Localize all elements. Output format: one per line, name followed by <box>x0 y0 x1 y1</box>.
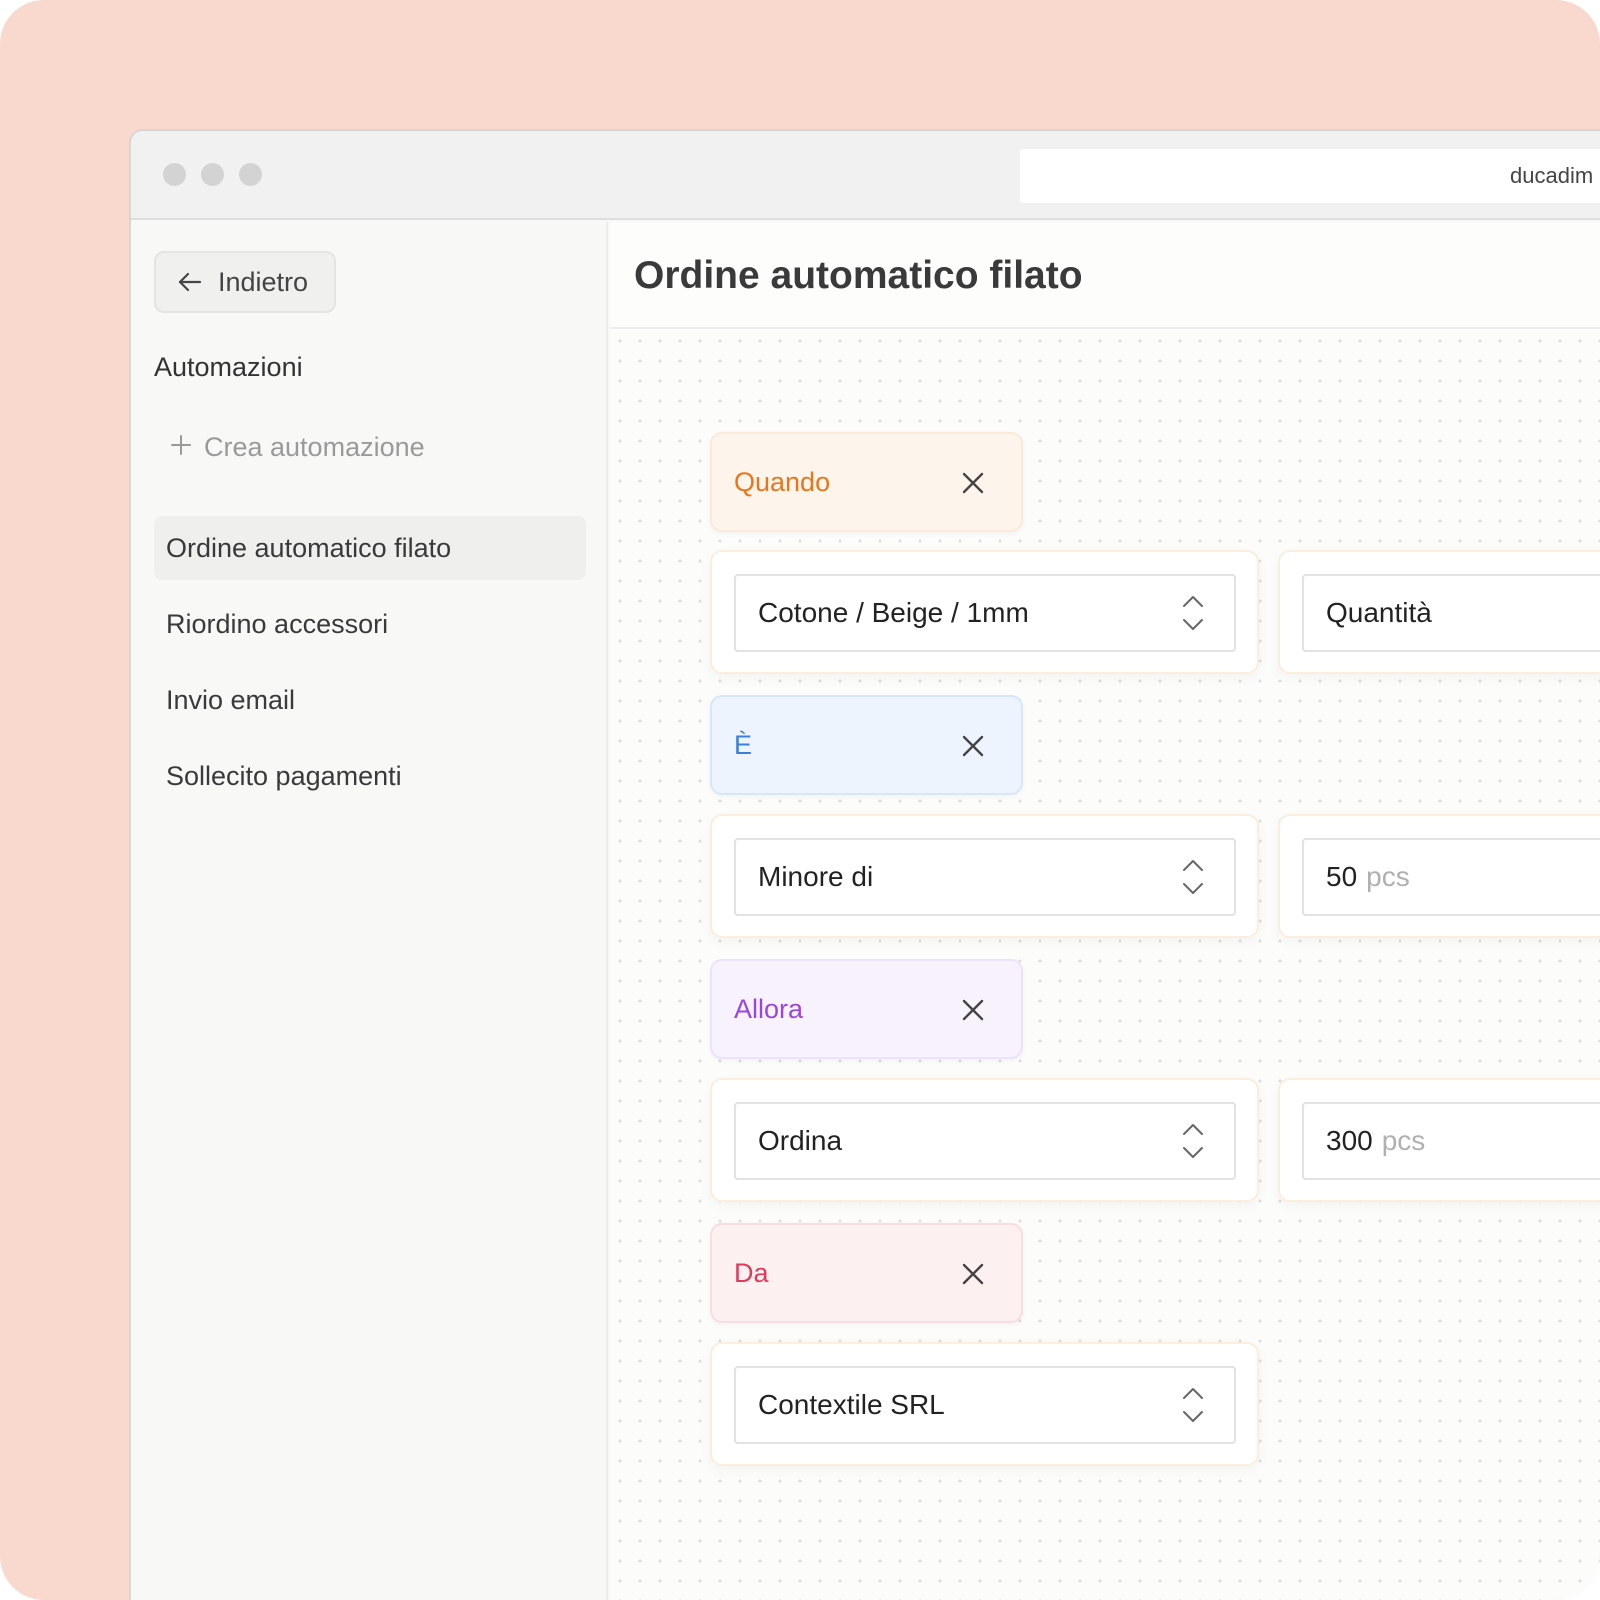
material-select-value: Cotone / Beige / 1mm <box>758 597 1029 628</box>
then-label: Allora <box>734 993 804 1024</box>
arrow-left-icon <box>176 268 204 296</box>
browser-window: ducadim Indietro Automazioni Crea automa… <box>129 129 1600 1600</box>
sidebar-item-label: Ordine automatico filato <box>166 532 452 563</box>
sidebar: Indietro Automazioni Crea automazione Or… <box>131 222 608 1600</box>
when-block[interactable]: Quando <box>710 432 1023 532</box>
supplier-select[interactable]: Contextile SRL <box>734 1366 1236 1444</box>
chevron-up-down-icon <box>1182 858 1204 903</box>
sidebar-item-label: Invio email <box>166 684 296 715</box>
field-input-value: Quantità <box>1326 597 1432 628</box>
back-button-label: Indietro <box>218 266 309 297</box>
is-quantity-card: 50 pcs <box>1278 814 1600 938</box>
when-condition-card: Cotone / Beige / 1mm <box>710 550 1259 674</box>
action-select[interactable]: Ordina <box>734 1102 1236 1180</box>
main-header: Ordine automatico filato <box>610 222 1600 329</box>
then-action-card: Ordina <box>710 1078 1259 1202</box>
chevron-up-down-icon <box>1182 1386 1204 1431</box>
address-bar[interactable]: ducadim <box>1020 149 1600 203</box>
from-label: Da <box>734 1257 769 1288</box>
sidebar-section-title: Automazioni <box>154 352 303 382</box>
sidebar-item-riordino-accessori[interactable]: Riordino accessori <box>154 592 586 656</box>
is-label: È <box>734 729 753 760</box>
window-maximize-dot[interactable] <box>239 163 262 186</box>
create-automation-link[interactable]: Crea automazione <box>170 432 425 463</box>
when-label: Quando <box>734 466 831 497</box>
sidebar-item-ordine-automatico-filato[interactable]: Ordine automatico filato <box>154 516 586 580</box>
order-quantity-value: 300 <box>1326 1125 1373 1156</box>
close-icon[interactable] <box>961 471 985 502</box>
is-block[interactable]: È <box>710 695 1023 795</box>
action-select-value: Ordina <box>758 1125 843 1156</box>
is-condition-card: Minore di <box>710 814 1259 938</box>
threshold-quantity-input[interactable]: 50 pcs <box>1302 838 1600 916</box>
browser-titlebar: ducadim <box>131 131 1600 220</box>
background-frame: ducadim Indietro Automazioni Crea automa… <box>0 0 1600 1600</box>
address-bar-url: ducadim <box>1510 163 1594 188</box>
close-icon[interactable] <box>961 998 985 1029</box>
threshold-quantity-unit: pcs <box>1366 861 1410 892</box>
back-button[interactable]: Indietro <box>154 251 336 313</box>
order-quantity-unit: pcs <box>1381 1125 1426 1156</box>
threshold-quantity-value: 50 <box>1326 861 1358 892</box>
create-automation-label: Crea automazione <box>204 432 425 462</box>
page-title: Ordine automatico filato <box>634 254 1083 297</box>
sidebar-item-sollecito-pagamenti[interactable]: Sollecito pagamenti <box>154 744 586 808</box>
material-select[interactable]: Cotone / Beige / 1mm <box>734 574 1236 652</box>
from-supplier-card: Contextile SRL <box>710 1342 1259 1466</box>
close-icon[interactable] <box>961 734 985 765</box>
from-block[interactable]: Da <box>710 1223 1023 1323</box>
then-block[interactable]: Allora <box>710 959 1023 1059</box>
chevron-up-down-icon <box>1182 1122 1204 1167</box>
plus-icon <box>170 432 192 463</box>
window-minimize-dot[interactable] <box>201 163 224 186</box>
main-content: Ordine automatico filato Quando Cotone /… <box>610 222 1600 1600</box>
automation-canvas: Quando Cotone / Beige / 1mm Quantità È M… <box>610 331 1600 1600</box>
sidebar-item-invio-email[interactable]: Invio email <box>154 668 586 732</box>
sidebar-item-label: Sollecito pagamenti <box>166 760 402 791</box>
comparison-select-value: Minore di <box>758 861 874 892</box>
sidebar-item-label: Riordino accessori <box>166 608 389 639</box>
when-field-card: Quantità <box>1278 550 1600 674</box>
field-input[interactable]: Quantità <box>1302 574 1600 652</box>
chevron-up-down-icon <box>1182 594 1204 639</box>
order-quantity-input[interactable]: 300 pcs <box>1302 1102 1600 1180</box>
close-icon[interactable] <box>961 1262 985 1293</box>
then-quantity-card: 300 pcs <box>1278 1078 1600 1202</box>
supplier-select-value: Contextile SRL <box>758 1389 945 1420</box>
comparison-select[interactable]: Minore di <box>734 838 1236 916</box>
window-close-dot[interactable] <box>163 163 186 186</box>
